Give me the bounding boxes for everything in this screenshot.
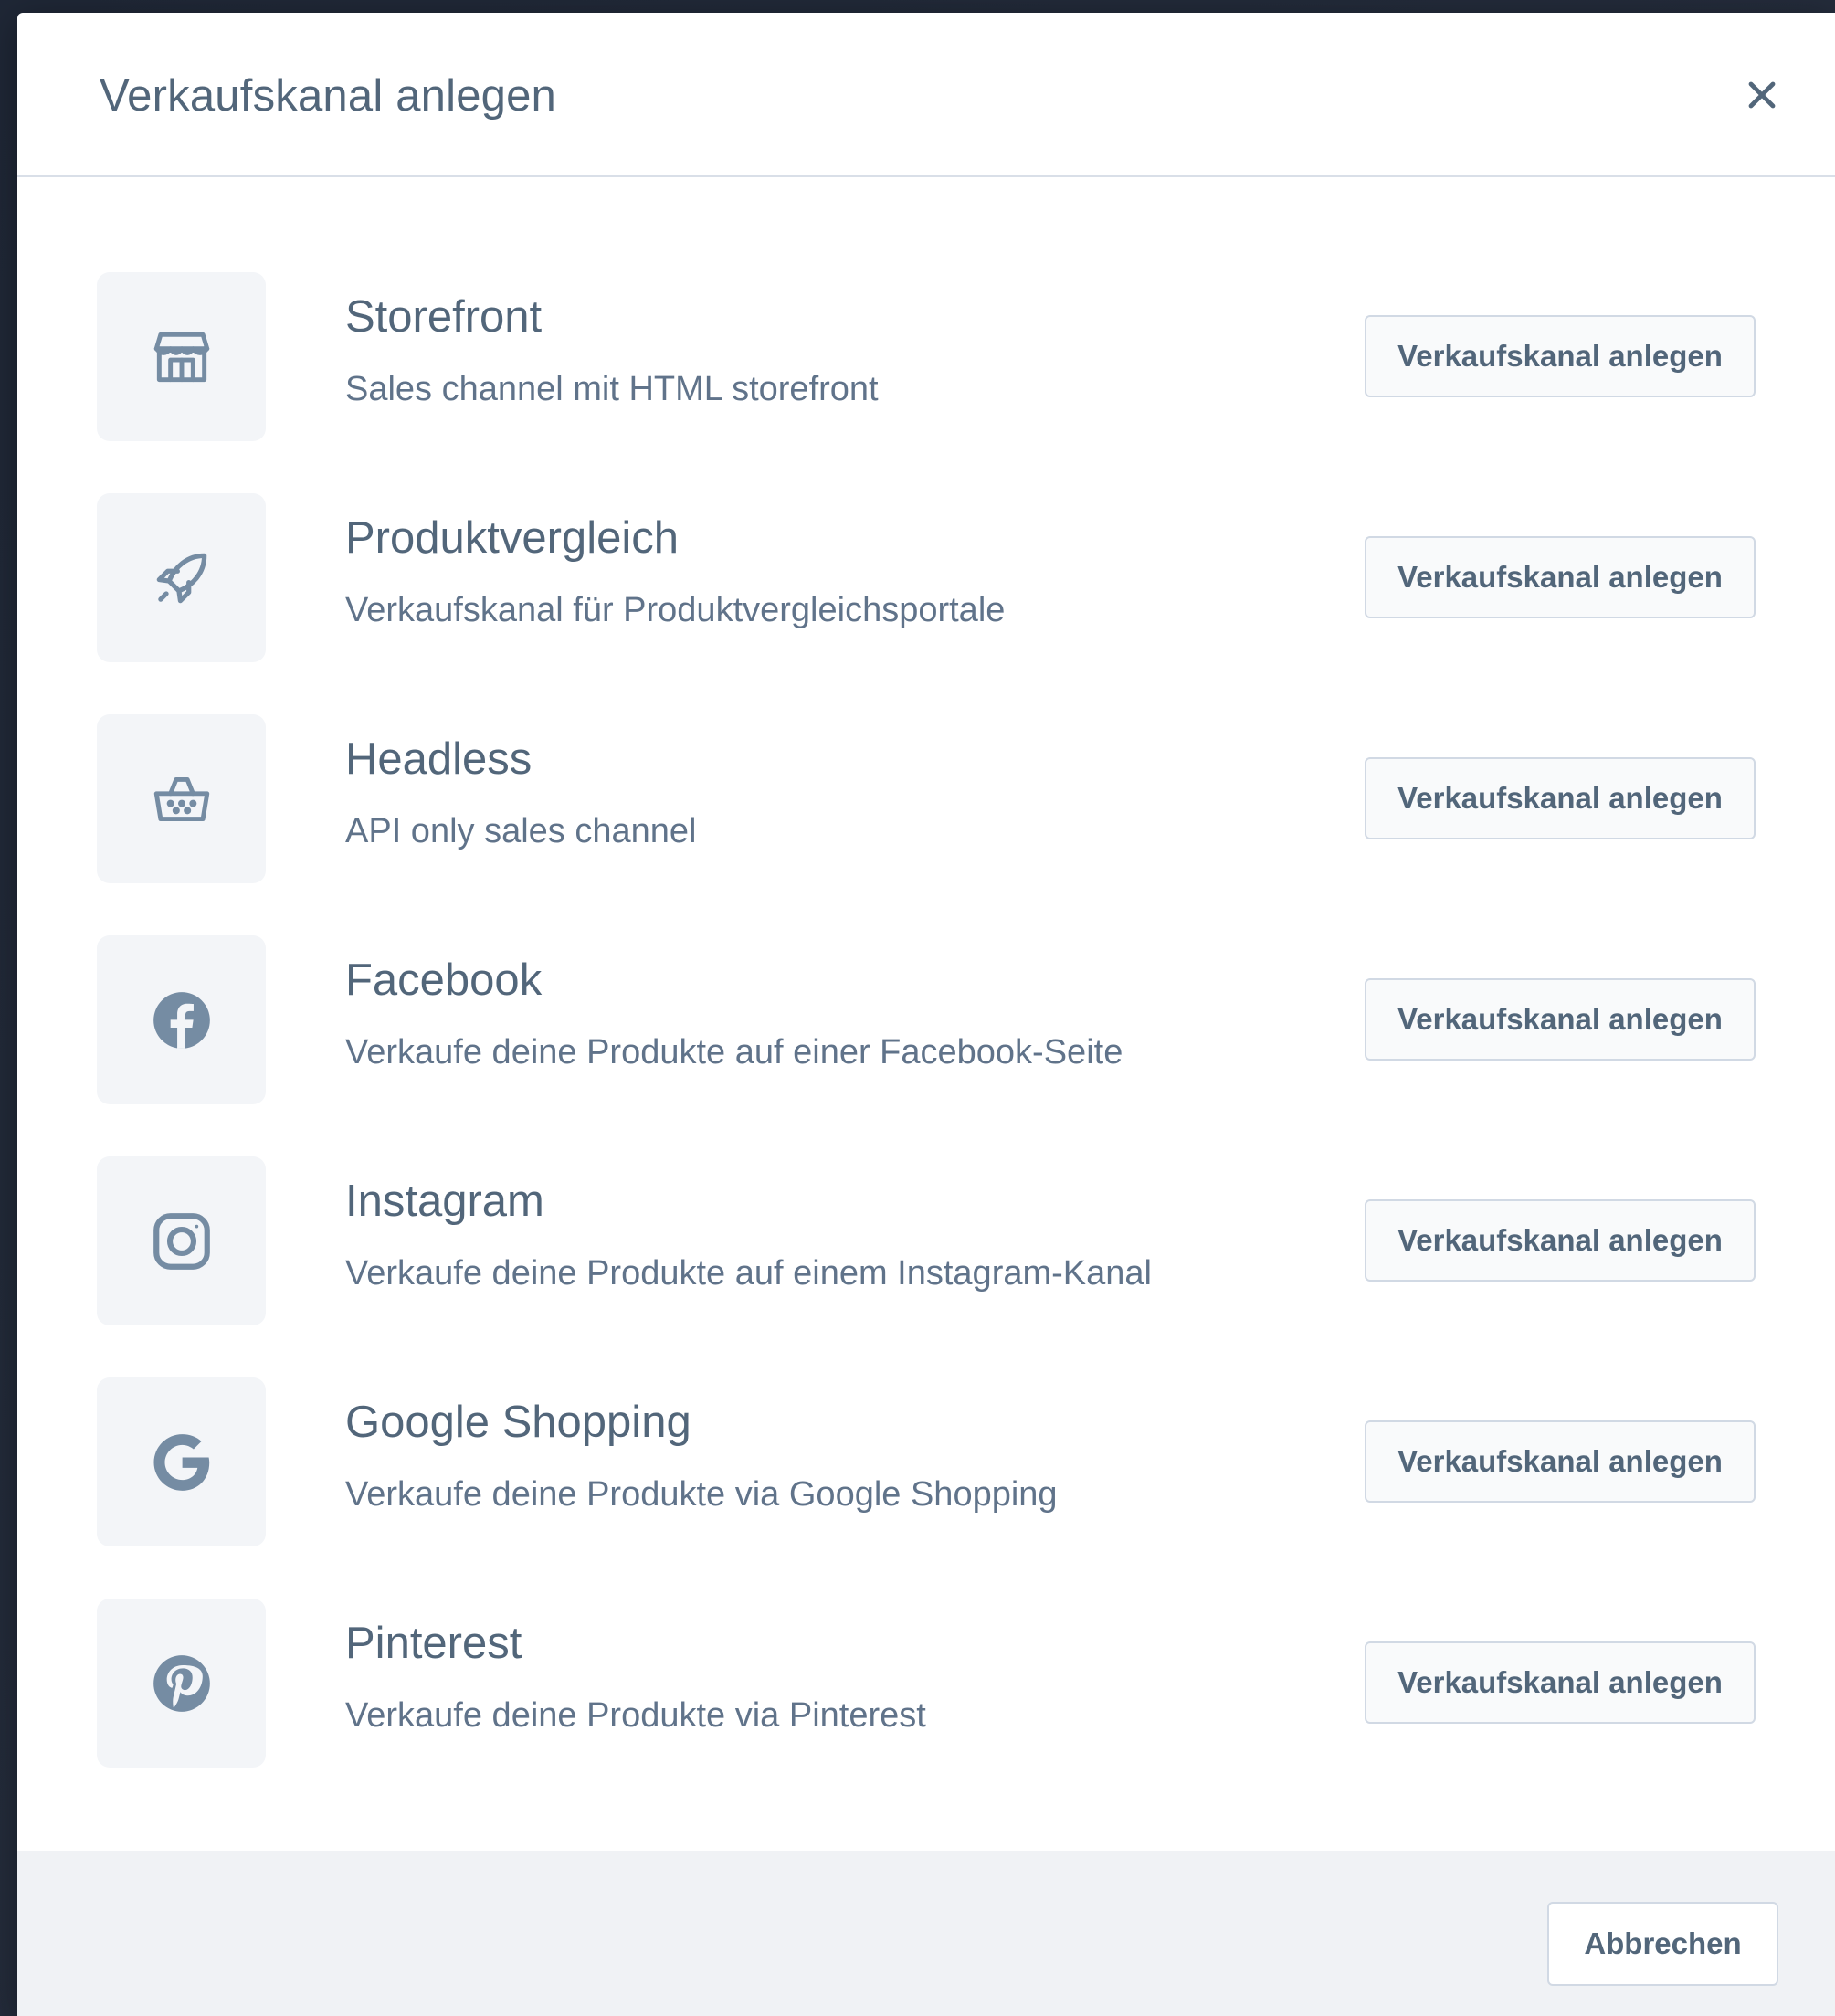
close-button[interactable] — [1725, 58, 1798, 132]
channel-row-produktvergleich: Produktvergleich Verkaufskanal für Produ… — [17, 493, 1835, 663]
create-storefront-button[interactable]: Verkaufskanal anlegen — [1365, 315, 1756, 397]
channel-row-google-shopping: Google Shopping Verkaufe deine Produkte … — [17, 1377, 1835, 1547]
channel-icon-box — [97, 714, 266, 883]
channel-name: Storefront — [345, 292, 543, 342]
close-icon — [1748, 81, 1776, 109]
channel-row-storefront: Storefront Sales channel mit HTML storef… — [17, 272, 1835, 442]
channel-description: Verkaufe deine Produkte via Pinterest — [345, 1696, 926, 1735]
create-produktvergleich-button[interactable]: Verkaufskanal anlegen — [1365, 536, 1756, 618]
channel-name: Facebook — [345, 955, 543, 1005]
modal-title: Verkaufskanal anlegen — [100, 71, 557, 121]
channel-row-headless: Headless API only sales channel Verkaufs… — [17, 714, 1835, 884]
create-facebook-button[interactable]: Verkaufskanal anlegen — [1365, 978, 1756, 1061]
rocket-icon — [156, 553, 206, 603]
channel-name: Google Shopping — [345, 1398, 691, 1447]
channel-row-facebook: Facebook Verkaufe deine Produkte auf ein… — [17, 935, 1835, 1105]
channel-name: Produktvergleich — [345, 513, 679, 563]
create-google-shopping-button[interactable]: Verkaufskanal anlegen — [1365, 1420, 1756, 1503]
pinterest-icon — [153, 1654, 210, 1712]
channel-description: Verkaufe deine Produkte auf einem Instag… — [345, 1254, 1152, 1293]
channel-name: Pinterest — [345, 1619, 522, 1668]
basket-icon — [153, 776, 209, 821]
channel-description: API only sales channel — [345, 812, 697, 850]
channel-description: Sales channel mit HTML storefront — [345, 370, 879, 408]
modal-header: Verkaufskanal anlegen — [17, 13, 1835, 177]
channel-icon-box — [97, 935, 266, 1104]
google-icon — [153, 1433, 209, 1491]
channel-name: Headless — [345, 734, 533, 784]
create-instagram-button[interactable]: Verkaufskanal anlegen — [1365, 1199, 1756, 1282]
create-sales-channel-modal: Verkaufskanal anlegen Storefront Sales c… — [17, 13, 1835, 2016]
storefront-icon — [153, 332, 209, 382]
channel-description: Verkaufe deine Produkte via Google Shopp… — [345, 1475, 1058, 1514]
instagram-icon — [153, 1212, 210, 1270]
channel-description: Verkaufe deine Produkte auf einer Facebo… — [345, 1033, 1123, 1071]
modal-footer: Abbrechen — [17, 1851, 1835, 2016]
channel-description: Verkaufskanal für Produktvergleichsporta… — [345, 591, 1006, 629]
facebook-icon — [153, 991, 210, 1049]
channel-row-pinterest: Pinterest Verkaufe deine Produkte via Pi… — [17, 1599, 1835, 1768]
create-pinterest-button[interactable]: Verkaufskanal anlegen — [1365, 1641, 1756, 1724]
create-headless-button[interactable]: Verkaufskanal anlegen — [1365, 757, 1756, 839]
channel-row-instagram: Instagram Verkaufe deine Produkte auf ei… — [17, 1156, 1835, 1326]
channel-icon-box — [97, 493, 266, 662]
channel-icon-box — [97, 1377, 266, 1546]
channel-icon-box — [97, 272, 266, 441]
channel-icon-box — [97, 1156, 266, 1325]
channel-name: Instagram — [345, 1177, 544, 1226]
cancel-button[interactable]: Abbrechen — [1547, 1902, 1778, 1986]
channel-icon-box — [97, 1599, 266, 1768]
